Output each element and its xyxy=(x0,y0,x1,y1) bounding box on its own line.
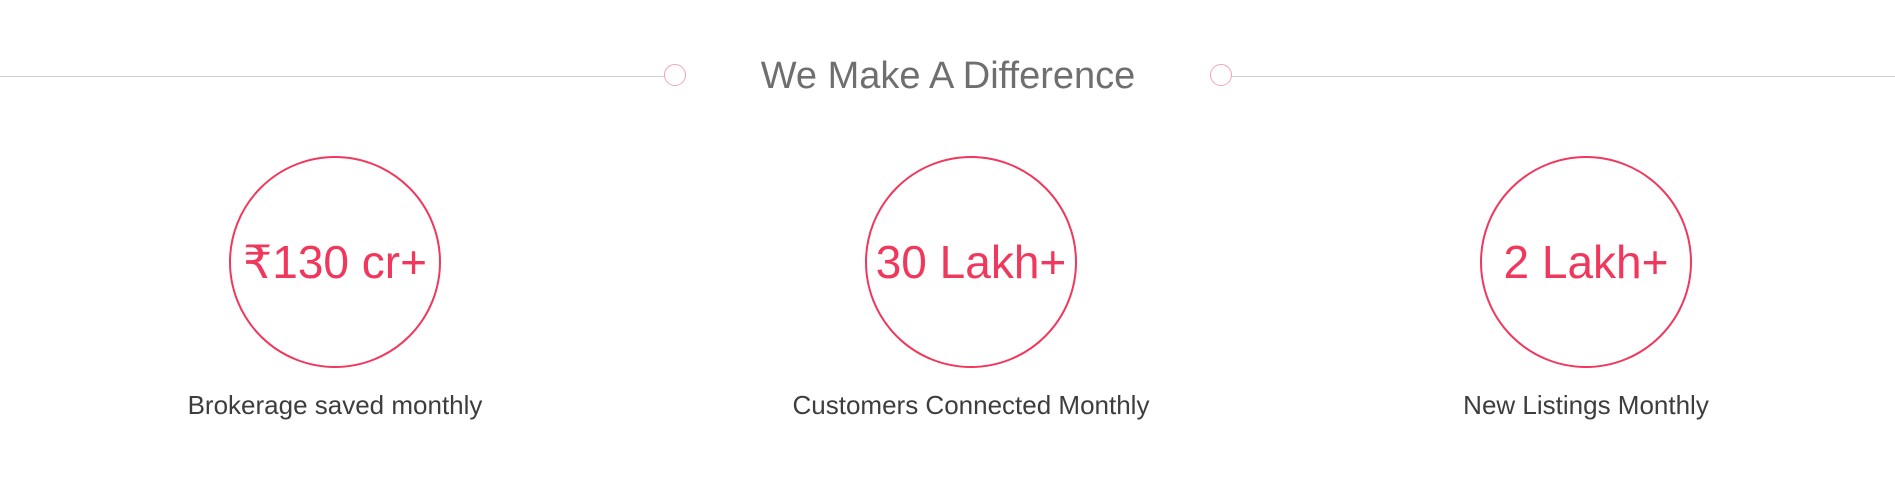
divider-line-left xyxy=(0,76,664,77)
stat-circle: 2 Lakh+ xyxy=(1480,156,1692,368)
ring-ornament-right-icon xyxy=(1210,64,1232,86)
stat-value: 30 Lakh+ xyxy=(875,236,1067,288)
stat-label: New Listings Monthly xyxy=(1463,390,1709,420)
stat-customers-connected: 30 Lakh+ Customers Connected Monthly xyxy=(761,156,1181,446)
stat-label: Customers Connected Monthly xyxy=(792,390,1150,420)
stat-brokerage-saved: ₹130 cr+ Brokerage saved monthly xyxy=(125,156,545,446)
divider-line-right xyxy=(1232,76,1895,77)
ring-ornament-left-icon xyxy=(664,64,686,86)
section-title: We Make A Difference xyxy=(760,55,1136,97)
stat-value: 2 Lakh+ xyxy=(1503,236,1669,288)
stat-circle: ₹130 cr+ xyxy=(229,156,441,368)
stat-new-listings: 2 Lakh+ New Listings Monthly xyxy=(1376,156,1796,446)
section-header: We Make A Difference xyxy=(0,0,1895,160)
stat-circle: 30 Lakh+ xyxy=(865,156,1077,368)
stat-label: Brokerage saved monthly xyxy=(187,390,483,420)
stat-value: ₹130 cr+ xyxy=(243,236,427,288)
